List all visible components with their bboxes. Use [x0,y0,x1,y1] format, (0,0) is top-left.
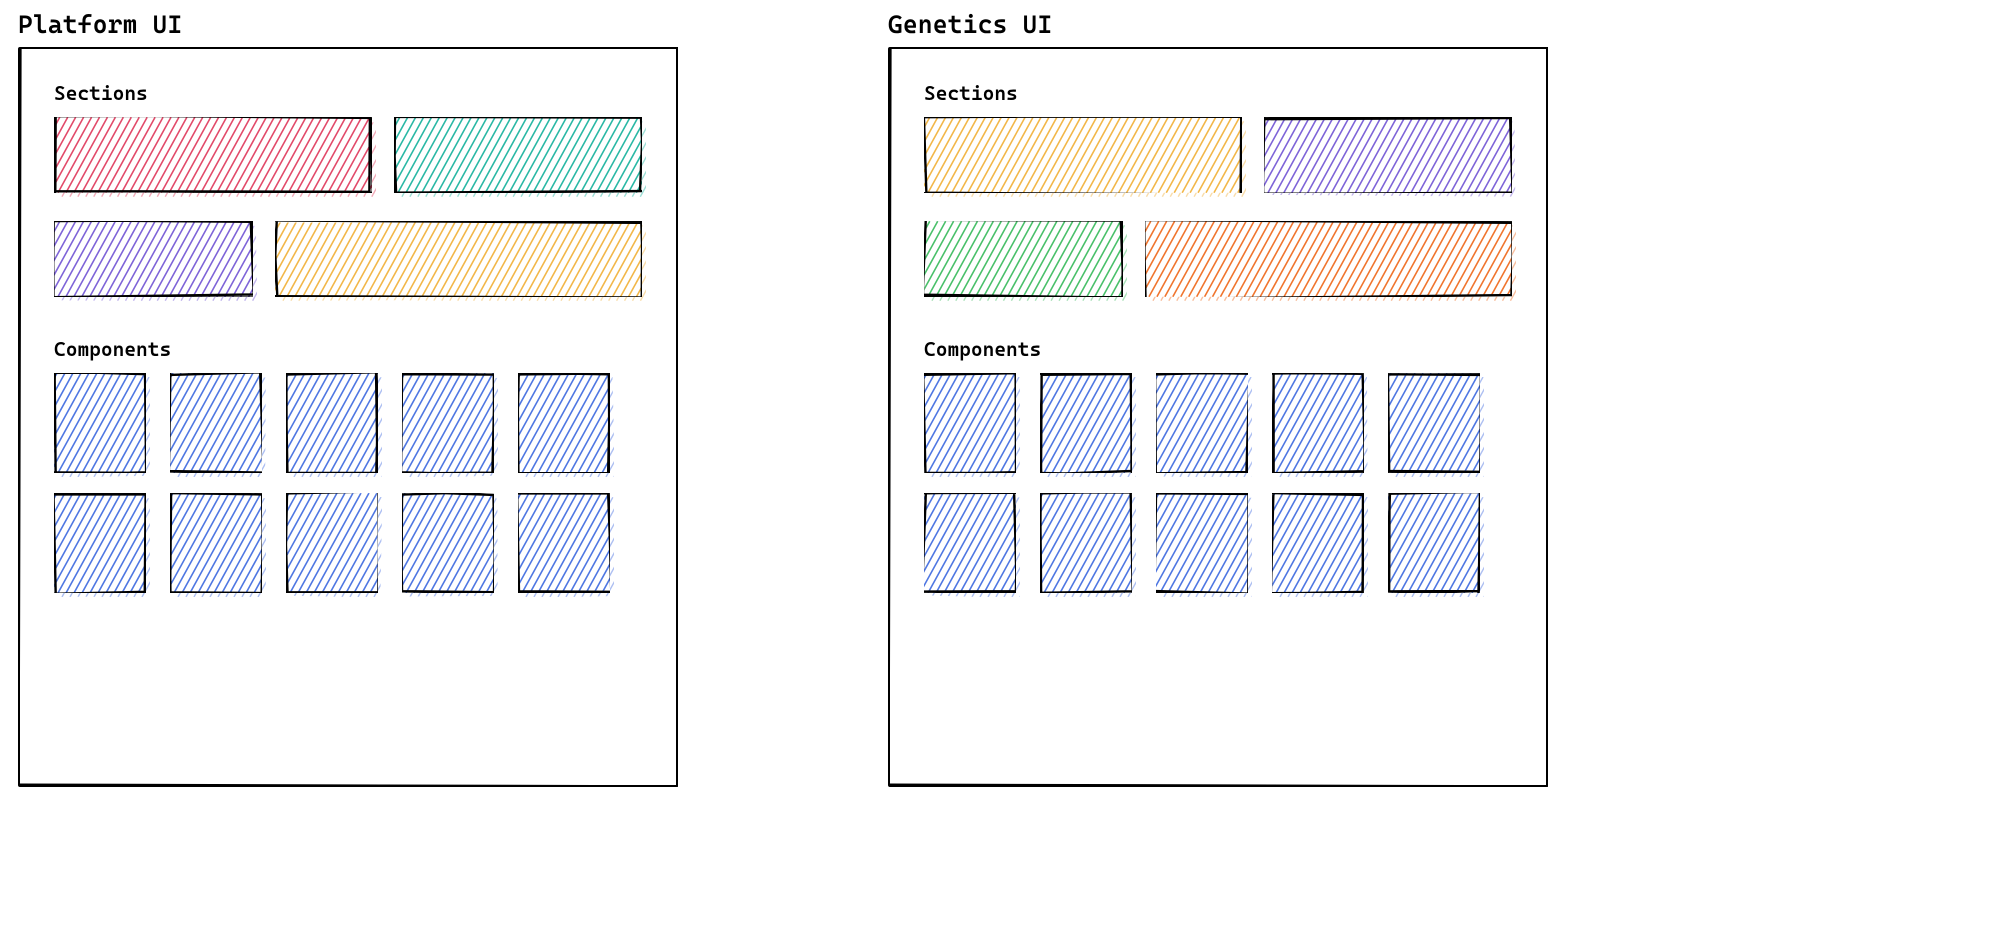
panel-left: Platform UI Sections [18,10,678,941]
sketch-box [54,373,146,473]
sketch-box [54,117,372,193]
sketch-box [924,373,1016,473]
sketch-box [170,373,262,473]
sketch-box [1388,373,1480,473]
components-label: Components [54,337,642,361]
components-group [54,373,642,593]
sketch-box [924,493,1016,593]
sketch-box [518,493,610,593]
sketch-box [275,221,642,297]
sketch-box [286,493,378,593]
panel-frame: Sections [888,47,1548,787]
panel-title: Genetics UI [888,10,1548,39]
sketch-box [402,493,494,593]
sketch-box [1272,493,1364,593]
sketch-box [1145,221,1512,297]
sections-label: Sections [924,81,1512,105]
sketch-box [394,117,642,193]
components-group [924,373,1512,593]
sketch-box [1040,493,1132,593]
section-row [54,221,642,297]
sketch-box [1040,373,1132,473]
section-row [924,221,1512,297]
sketch-box [1388,493,1480,593]
section-row [54,117,642,193]
sketch-box [170,493,262,593]
sketch-box [54,221,253,297]
sketch-box [402,373,494,473]
sections-group [54,117,642,297]
sketch-box [54,493,146,593]
panel-title: Platform UI [18,10,678,39]
component-row [54,493,642,593]
component-row [924,373,1512,473]
sketch-box [924,221,1123,297]
panel-frame: Sections [18,47,678,787]
sketch-box [518,373,610,473]
sections-label: Sections [54,81,642,105]
diagram-stage: Platform UI Sections [0,0,2000,951]
section-row [924,117,1512,193]
sketch-box [1156,373,1248,473]
component-row [924,493,1512,593]
component-row [54,373,642,473]
sketch-box [1156,493,1248,593]
sketch-box [1264,117,1512,193]
sketch-box [924,117,1242,193]
sections-group [924,117,1512,297]
panel-right: Genetics UI Sections [888,10,1548,941]
sketch-box [286,373,378,473]
components-label: Components [924,337,1512,361]
sketch-box [1272,373,1364,473]
